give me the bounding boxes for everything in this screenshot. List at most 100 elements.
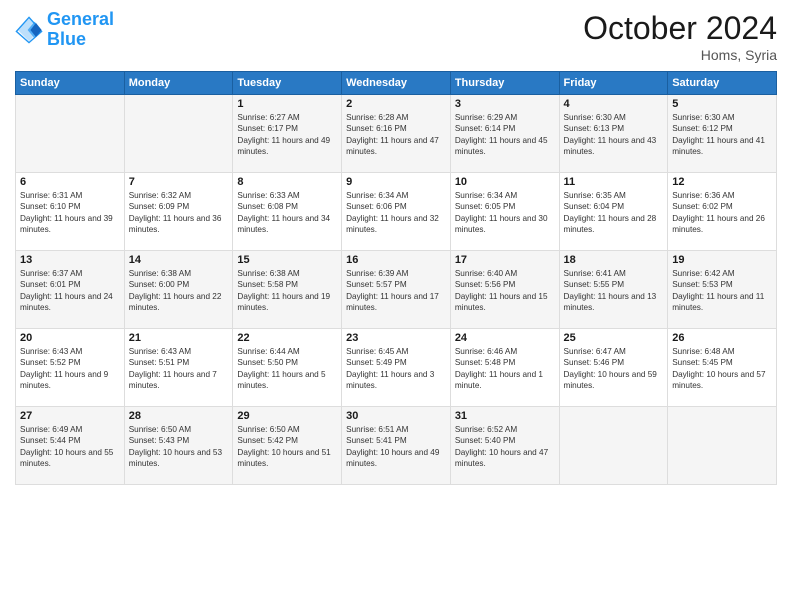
day-info: Sunrise: 6:41 AMSunset: 5:55 PMDaylight:… — [564, 268, 664, 314]
weekday-header: Sunday — [16, 72, 125, 95]
calendar-week-row: 27 Sunrise: 6:49 AMSunset: 5:44 PMDayligh… — [16, 407, 777, 485]
day-info: Sunrise: 6:35 AMSunset: 6:04 PMDaylight:… — [564, 190, 664, 236]
day-info: Sunrise: 6:30 AMSunset: 6:12 PMDaylight:… — [672, 112, 772, 158]
day-number: 26 — [672, 332, 772, 344]
calendar-cell: 29Sunrise: 6:50 AMSunset: 5:42 PMDayligh… — [233, 407, 342, 485]
day-info: Sunrise: 6:34 AMSunset: 6:06 PMDaylight:… — [346, 190, 446, 236]
header-row: SundayMondayTuesdayWednesdayThursdayFrid… — [16, 72, 777, 95]
weekday-header: Friday — [559, 72, 668, 95]
day-info: Sunrise: 6:39 AMSunset: 5:57 PMDaylight:… — [346, 268, 446, 314]
day-number: 10 — [455, 176, 555, 188]
logo: General Blue — [15, 10, 114, 50]
calendar-cell: 28 Sunrise: 6:50 AMSunset: 5:43 PMDayligh… — [124, 407, 233, 485]
month-title: October 2024 — [583, 10, 777, 47]
logo-icon — [15, 16, 43, 44]
day-info: Sunrise: 6:32 AMSunset: 6:09 PMDaylight:… — [129, 190, 229, 236]
calendar-cell: 25 Sunrise: 6:47 AMSunset: 5:46 PMDayligh… — [559, 329, 668, 407]
day-number: 24 — [455, 332, 555, 344]
calendar-cell: 15 Sunrise: 6:38 AMSunset: 5:58 PMDayligh… — [233, 251, 342, 329]
calendar-cell: 9 Sunrise: 6:34 AMSunset: 6:06 PMDaylight… — [342, 173, 451, 251]
day-info: Sunrise: 6:42 AMSunset: 5:53 PMDaylight:… — [672, 268, 772, 314]
day-info: Sunrise: 6:52 AMSunset: 5:40 PMDaylight:… — [455, 424, 555, 470]
day-info: Sunrise: 6:37 AMSunset: 6:01 PMDaylight:… — [20, 268, 120, 314]
weekday-header: Wednesday — [342, 72, 451, 95]
day-number: 2 — [346, 98, 446, 110]
day-number: 6 — [20, 176, 120, 188]
calendar-page: General Blue October 2024 Homs, Syria Su… — [0, 0, 792, 612]
day-info: Sunrise: 6:50 AMSunset: 5:43 PMDaylight:… — [129, 424, 229, 470]
day-number: 14 — [129, 254, 229, 266]
header: General Blue October 2024 Homs, Syria — [15, 10, 777, 63]
calendar-week-row: 6 Sunrise: 6:31 AMSunset: 6:10 PMDaylight… — [16, 173, 777, 251]
day-info: Sunrise: 6:31 AMSunset: 6:10 PMDaylight:… — [20, 190, 120, 236]
day-number: 31 — [455, 410, 555, 422]
day-info: Sunrise: 6:40 AMSunset: 5:56 PMDaylight:… — [455, 268, 555, 314]
calendar-cell: 8Sunrise: 6:33 AMSunset: 6:08 PMDaylight… — [233, 173, 342, 251]
calendar-cell — [668, 407, 777, 485]
calendar-cell: 4 Sunrise: 6:30 AMSunset: 6:13 PMDaylight… — [559, 95, 668, 173]
day-info: Sunrise: 6:28 AMSunset: 6:16 PMDaylight:… — [346, 112, 446, 158]
calendar-cell: 13Sunrise: 6:37 AMSunset: 6:01 PMDayligh… — [16, 251, 125, 329]
day-info: Sunrise: 6:38 AMSunset: 5:58 PMDaylight:… — [237, 268, 337, 314]
weekday-header: Monday — [124, 72, 233, 95]
calendar-cell: 3Sunrise: 6:29 AMSunset: 6:14 PMDaylight… — [450, 95, 559, 173]
calendar-cell: 22 Sunrise: 6:44 AMSunset: 5:50 PMDayligh… — [233, 329, 342, 407]
day-info: Sunrise: 6:46 AMSunset: 5:48 PMDaylight:… — [455, 346, 555, 392]
day-info: Sunrise: 6:43 AMSunset: 5:52 PMDaylight:… — [20, 346, 120, 392]
day-info: Sunrise: 6:44 AMSunset: 5:50 PMDaylight:… — [237, 346, 337, 392]
calendar-cell: 2 Sunrise: 6:28 AMSunset: 6:16 PMDaylight… — [342, 95, 451, 173]
logo-text: General Blue — [47, 10, 114, 50]
day-number: 28 — [129, 410, 229, 422]
weekday-header: Thursday — [450, 72, 559, 95]
calendar-cell: 24 Sunrise: 6:46 AMSunset: 5:48 PMDayligh… — [450, 329, 559, 407]
day-number: 21 — [129, 332, 229, 344]
calendar-cell: 19 Sunrise: 6:42 AMSunset: 5:53 PMDayligh… — [668, 251, 777, 329]
day-info: Sunrise: 6:38 AMSunset: 6:00 PMDaylight:… — [129, 268, 229, 314]
day-info: Sunrise: 6:47 AMSunset: 5:46 PMDaylight:… — [564, 346, 664, 392]
day-number: 27 — [20, 410, 120, 422]
calendar-week-row: 1Sunrise: 6:27 AMSunset: 6:17 PMDaylight… — [16, 95, 777, 173]
title-section: October 2024 Homs, Syria — [583, 10, 777, 63]
day-number: 17 — [455, 254, 555, 266]
day-info: Sunrise: 6:45 AMSunset: 5:49 PMDaylight:… — [346, 346, 446, 392]
day-number: 7 — [129, 176, 229, 188]
day-number: 9 — [346, 176, 446, 188]
day-number: 12 — [672, 176, 772, 188]
day-number: 19 — [672, 254, 772, 266]
day-info: Sunrise: 6:27 AMSunset: 6:17 PMDaylight:… — [237, 112, 337, 158]
day-info: Sunrise: 6:51 AMSunset: 5:41 PMDaylight:… — [346, 424, 446, 470]
day-number: 15 — [237, 254, 337, 266]
day-number: 29 — [237, 410, 337, 422]
day-info: Sunrise: 6:49 AMSunset: 5:44 PMDaylight:… — [20, 424, 120, 470]
day-number: 23 — [346, 332, 446, 344]
day-info: Sunrise: 6:29 AMSunset: 6:14 PMDaylight:… — [455, 112, 555, 158]
day-number: 20 — [20, 332, 120, 344]
calendar-cell: 27 Sunrise: 6:49 AMSunset: 5:44 PMDayligh… — [16, 407, 125, 485]
logo-line1: General — [47, 9, 114, 29]
calendar-week-row: 20 Sunrise: 6:43 AMSunset: 5:52 PMDayligh… — [16, 329, 777, 407]
day-info: Sunrise: 6:34 AMSunset: 6:05 PMDaylight:… — [455, 190, 555, 236]
day-number: 22 — [237, 332, 337, 344]
calendar-cell — [559, 407, 668, 485]
day-number: 8 — [237, 176, 337, 188]
calendar-cell: 10 Sunrise: 6:34 AMSunset: 6:05 PMDayligh… — [450, 173, 559, 251]
location: Homs, Syria — [583, 47, 777, 63]
day-info: Sunrise: 6:48 AMSunset: 5:45 PMDaylight:… — [672, 346, 772, 392]
weekday-header: Tuesday — [233, 72, 342, 95]
day-info: Sunrise: 6:43 AMSunset: 5:51 PMDaylight:… — [129, 346, 229, 392]
calendar-cell: 12Sunrise: 6:36 AMSunset: 6:02 PMDayligh… — [668, 173, 777, 251]
calendar-cell: 5Sunrise: 6:30 AMSunset: 6:12 PMDaylight… — [668, 95, 777, 173]
day-number: 18 — [564, 254, 664, 266]
day-number: 16 — [346, 254, 446, 266]
calendar-cell: 18 Sunrise: 6:41 AMSunset: 5:55 PMDayligh… — [559, 251, 668, 329]
day-number: 25 — [564, 332, 664, 344]
calendar-cell: 17 Sunrise: 6:40 AMSunset: 5:56 PMDayligh… — [450, 251, 559, 329]
calendar-cell: 31 Sunrise: 6:52 AMSunset: 5:40 PMDayligh… — [450, 407, 559, 485]
calendar-cell: 20 Sunrise: 6:43 AMSunset: 5:52 PMDayligh… — [16, 329, 125, 407]
day-info: Sunrise: 6:30 AMSunset: 6:13 PMDaylight:… — [564, 112, 664, 158]
day-number: 4 — [564, 98, 664, 110]
calendar-cell: 16 Sunrise: 6:39 AMSunset: 5:57 PMDayligh… — [342, 251, 451, 329]
calendar-cell: 7 Sunrise: 6:32 AMSunset: 6:09 PMDaylight… — [124, 173, 233, 251]
day-number: 11 — [564, 176, 664, 188]
calendar-cell — [16, 95, 125, 173]
